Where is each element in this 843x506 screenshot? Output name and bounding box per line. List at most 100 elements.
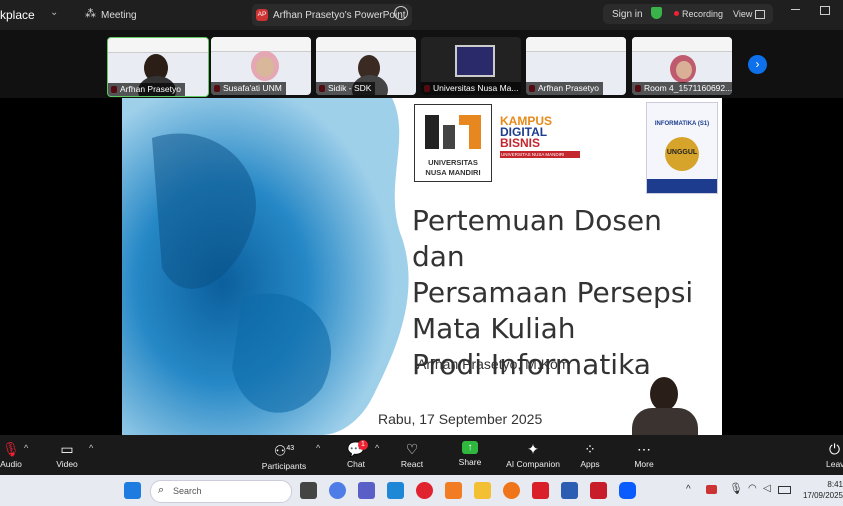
microphone-icon[interactable]: 🎙 xyxy=(729,482,743,495)
ellipsis-icon: ⋯ xyxy=(637,441,651,457)
grid-icon xyxy=(755,10,765,19)
share-arrow-icon: ↑ xyxy=(462,441,478,454)
leave-icon: ⏻ xyxy=(828,441,841,457)
video-options-chevron-icon[interactable]: ^ xyxy=(89,443,93,453)
chevron-down-icon[interactable]: ⌄ xyxy=(50,7,58,18)
badge-unggul: UNGGUL xyxy=(666,149,698,156)
logo-mark-icon xyxy=(425,115,481,149)
file-explorer-icon[interactable] xyxy=(474,482,491,499)
participant-name: Arfhan Prasetyo xyxy=(108,83,185,96)
presenter-video xyxy=(610,374,722,435)
more-options-icon[interactable]: ⋯ xyxy=(394,6,408,20)
view-button[interactable]: View xyxy=(733,9,752,19)
vscode-icon[interactable] xyxy=(387,482,404,499)
chat-options-chevron-icon[interactable]: ^ xyxy=(375,443,379,453)
teams-icon[interactable] xyxy=(358,482,375,499)
recording-label[interactable]: Recording xyxy=(682,9,723,19)
participant-strip: Arfhan Prasetyo Susafa'ati UNM Sidik - S… xyxy=(0,30,843,98)
app-title: kplace xyxy=(0,8,35,22)
ai-label: AI Companion xyxy=(506,459,560,469)
window-titlebar: kplace ⌄ ⁂ Meeting AP Arfhan Prasetyo's … xyxy=(0,0,843,30)
search-placeholder: Search xyxy=(173,486,202,496)
speaker-icon[interactable]: ◁ xyxy=(763,483,771,494)
clock-time[interactable]: 8:41 xyxy=(800,480,843,489)
participant-tile[interactable]: Sidik - SDK xyxy=(316,37,416,95)
kampus-line3: BISNIS xyxy=(500,136,541,150)
xampp-icon[interactable] xyxy=(445,482,462,499)
taskbar-search[interactable]: ⌕ Search xyxy=(150,480,292,503)
accreditation-badge: INFORMATIKA (S1) UNGGUL xyxy=(646,102,718,194)
kampus-sub: UNIVERSITAS NUSA MANDIRI xyxy=(500,151,580,158)
slide-date: Rabu, 17 September 2025 xyxy=(378,411,543,427)
participant-tile[interactable]: Arfhan Prasetyo xyxy=(107,37,209,97)
chat-label: Chat xyxy=(347,459,365,469)
video-button[interactable]: ▭ Video xyxy=(50,441,84,469)
video-label: Video xyxy=(56,459,78,469)
audio-options-chevron-icon[interactable]: ^ xyxy=(24,443,28,453)
participants-count: 43 xyxy=(286,445,295,452)
presentation-slide: UNIVERSITAS NUSA MANDIRI KAMPUS DIGITAL … xyxy=(122,98,722,435)
copilot-icon[interactable] xyxy=(329,482,346,499)
participants-options-chevron-icon[interactable]: ^ xyxy=(316,443,320,453)
logo-text-line1: UNIVERSITAS xyxy=(428,158,478,167)
word-icon[interactable] xyxy=(561,482,578,499)
meeting-icon: ⁂ xyxy=(85,8,96,20)
audio-label: Audio xyxy=(0,459,22,469)
share-label: Share xyxy=(458,457,482,467)
react-label: React xyxy=(400,459,424,469)
participant-name: Arfhan Prasetyo xyxy=(526,82,603,95)
more-button[interactable]: ⋯ More xyxy=(628,441,660,469)
presenter-name: Arfhan Prasetyo, M.Kom xyxy=(417,356,570,372)
windows-start-icon[interactable] xyxy=(124,482,141,499)
react-button[interactable]: ♡ React xyxy=(396,441,428,469)
badge-program: INFORMATIKA (S1) xyxy=(654,121,710,127)
title-line: Persamaan Persepsi xyxy=(412,276,694,309)
next-page-icon[interactable]: › xyxy=(748,55,767,74)
opera-icon[interactable] xyxy=(416,482,433,499)
participant-tile[interactable]: Arfhan Prasetyo xyxy=(526,37,626,95)
sign-in-link[interactable]: Sign in xyxy=(612,9,643,20)
wps-icon[interactable] xyxy=(532,482,549,499)
windows-taskbar: ⌕ Search ^ 🎙 ◠ ◁ 8:41 17/09/2025 xyxy=(0,475,843,506)
recording-dot-icon xyxy=(674,11,679,16)
wifi-icon[interactable]: ◠ xyxy=(748,483,757,494)
badge-footer xyxy=(647,179,717,193)
apps-label: Apps xyxy=(580,459,600,469)
mic-muted-icon: 🎙 xyxy=(2,441,20,457)
meeting-label[interactable]: Meeting xyxy=(101,10,137,21)
minimize-icon[interactable] xyxy=(791,9,800,10)
university-logo: UNIVERSITAS NUSA MANDIRI xyxy=(414,104,492,182)
people-icon: ⚇43 xyxy=(273,442,295,459)
leave-button[interactable]: ⏻ Leave xyxy=(826,441,843,469)
participant-tile[interactable]: Room 4_1571160692... xyxy=(632,37,732,95)
zoom-icon[interactable] xyxy=(619,482,636,499)
app-icon[interactable] xyxy=(590,482,607,499)
presenter-badge: AP xyxy=(256,9,268,21)
shield-check-icon xyxy=(651,7,662,19)
participants-label: Participants xyxy=(261,460,307,471)
apps-icon: ⁘ xyxy=(584,441,596,457)
share-title: Arfhan Prasetyo's PowerPoint xyxy=(273,10,406,21)
participant-tile[interactable]: Universitas Nusa Ma... xyxy=(421,37,521,95)
share-title-pill[interactable]: AP Arfhan Prasetyo's PowerPoint xyxy=(252,4,412,26)
participants-button[interactable]: ⚇43 Participants xyxy=(258,441,310,471)
leave-label: Leave xyxy=(826,459,843,469)
ai-companion-button[interactable]: ✦ AI Companion xyxy=(503,441,563,469)
clock-date[interactable]: 17/09/2025 xyxy=(800,491,843,500)
maximize-icon[interactable] xyxy=(820,6,830,15)
tray-chevron-icon[interactable]: ^ xyxy=(686,484,691,495)
logo-text-line2: NUSA MANDIRI xyxy=(425,168,481,177)
meeting-controls: 🎙 Audio ^ ▭ Video ^ ⚇43 Participants ^ 💬… xyxy=(0,435,843,475)
participant-tile[interactable]: Susafa'ati UNM xyxy=(211,37,311,95)
firefox-icon[interactable] xyxy=(503,482,520,499)
task-view-icon[interactable] xyxy=(300,482,317,499)
apps-button[interactable]: ⁘ Apps xyxy=(574,441,606,469)
battery-icon[interactable] xyxy=(778,486,791,494)
title-line: Pertemuan Dosen dan xyxy=(412,204,662,273)
camera-icon: ▭ xyxy=(60,441,74,457)
heart-icon: ♡ xyxy=(405,441,419,457)
tray-app-icon[interactable] xyxy=(706,485,717,494)
share-button[interactable]: ↑ Share xyxy=(454,441,486,467)
title-line: Mata Kuliah xyxy=(412,312,576,345)
audio-button[interactable]: 🎙 Audio xyxy=(0,441,22,469)
